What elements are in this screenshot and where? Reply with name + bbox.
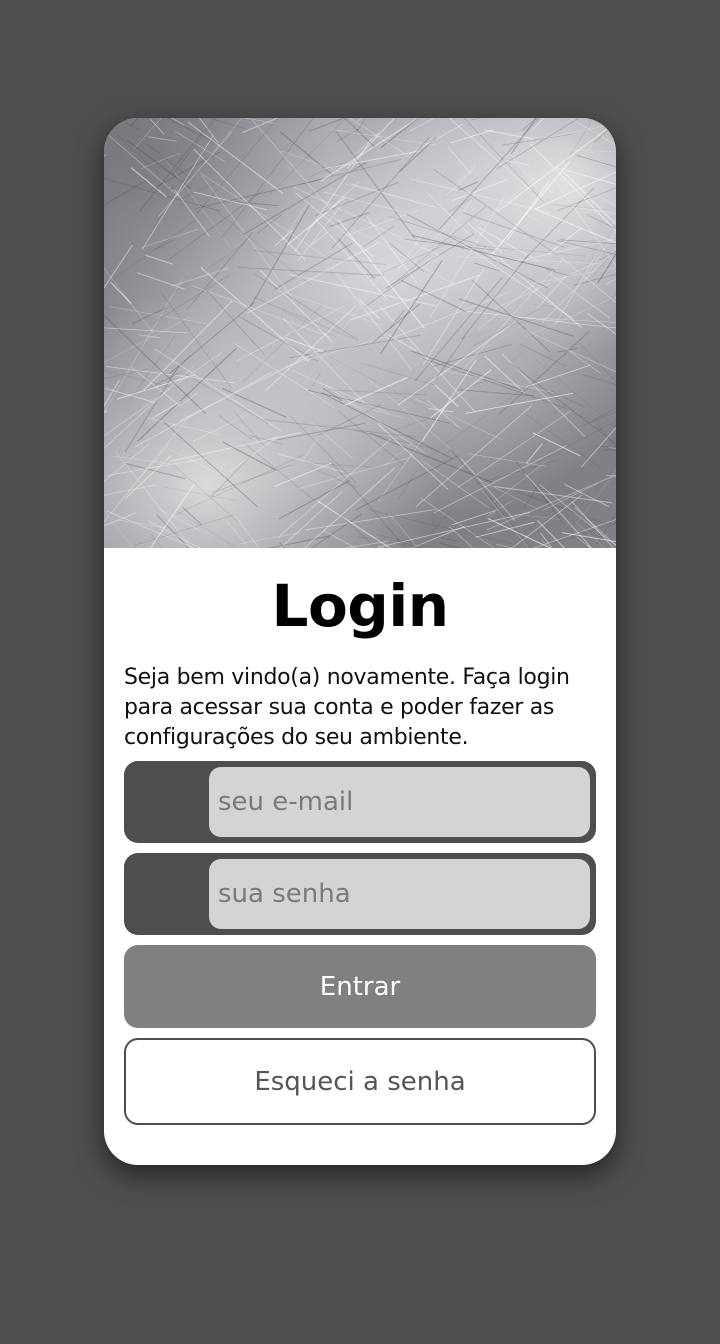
login-button[interactable]: Entrar — [124, 945, 596, 1028]
login-card: Login Seja bem vindo(a) novamente. Faça … — [104, 118, 616, 1165]
welcome-message: Seja bem vindo(a) novamente. Faça login … — [124, 665, 570, 750]
password-input[interactable] — [209, 859, 590, 929]
password-field — [124, 853, 596, 935]
forgot-password-button[interactable]: Esqueci a senha — [124, 1038, 596, 1125]
page-title: Login — [271, 572, 450, 640]
brushed-metal-banner-image — [104, 118, 616, 548]
email-field — [124, 761, 596, 843]
email-input[interactable] — [209, 767, 590, 837]
